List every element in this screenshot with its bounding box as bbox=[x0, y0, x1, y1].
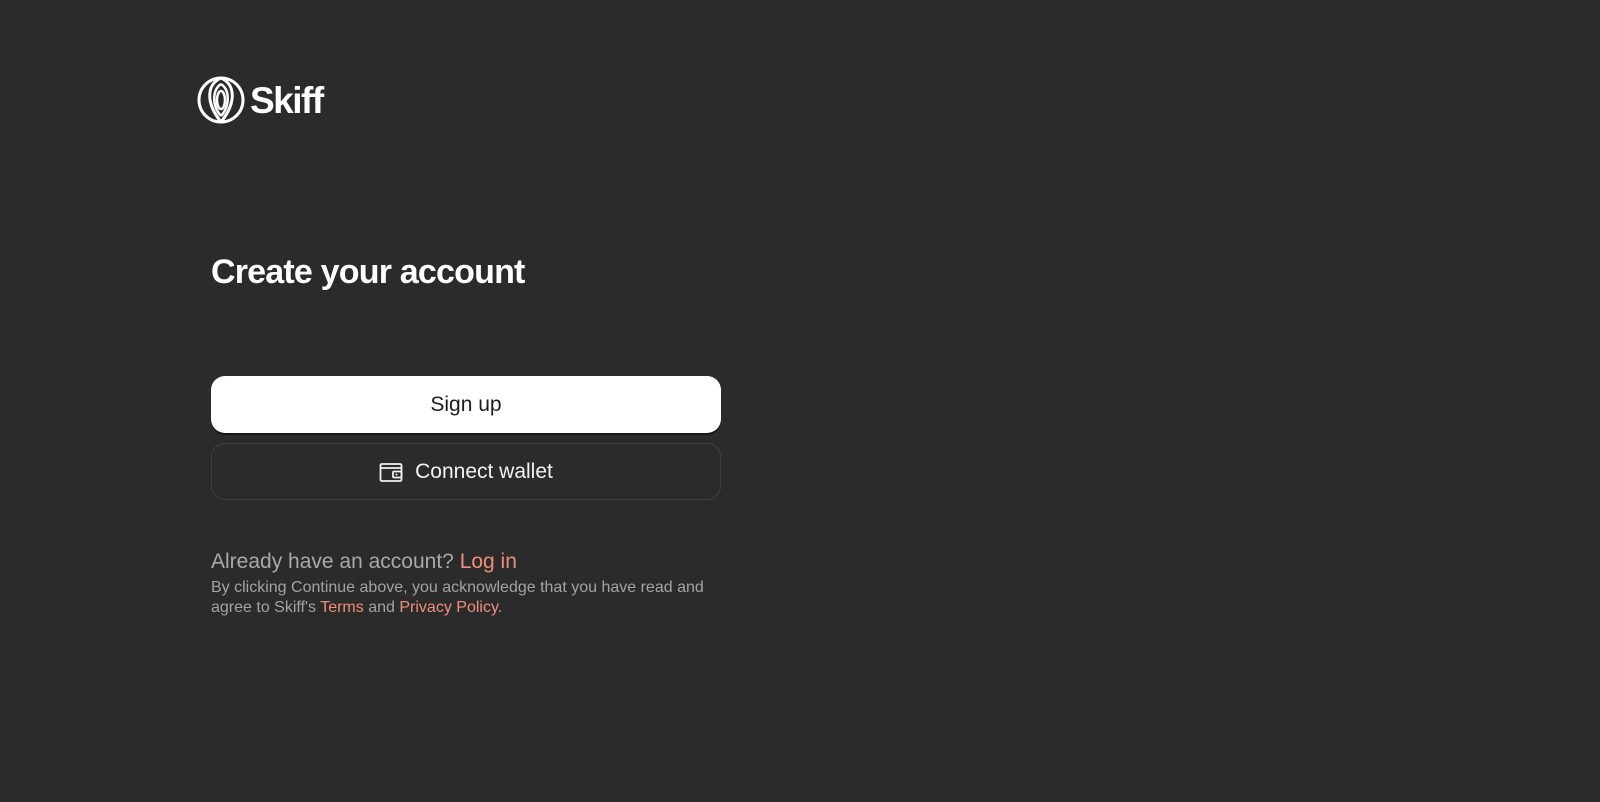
connect-wallet-label: Connect wallet bbox=[415, 459, 553, 483]
skiff-swirl-logo-icon bbox=[197, 76, 245, 124]
skiff-logo[interactable]: Skiff bbox=[197, 75, 324, 125]
privacy-policy-link[interactable]: Privacy Policy bbox=[399, 599, 497, 616]
brand-name: Skiff bbox=[250, 79, 324, 121]
connect-wallet-button[interactable]: Connect wallet bbox=[211, 443, 721, 500]
login-prompt-text: Already have an account? bbox=[211, 550, 454, 573]
terms-link[interactable]: Terms bbox=[320, 599, 364, 616]
login-prompt: Already have an account? Log in bbox=[211, 548, 721, 576]
wallet-icon bbox=[379, 462, 403, 482]
sign-up-button[interactable]: Sign up bbox=[211, 376, 721, 433]
signup-page: Skiff Create your account Sign up Connec… bbox=[0, 0, 1600, 802]
legal-suffix-text: . bbox=[497, 599, 503, 616]
legal-notice: By clicking Continue above, you acknowle… bbox=[211, 578, 721, 618]
sign-up-button-label: Sign up bbox=[430, 392, 502, 416]
page-title: Create your account bbox=[211, 253, 525, 291]
signup-panel: Create your account Sign up Connect wall… bbox=[211, 248, 721, 618]
log-in-link[interactable]: Log in bbox=[460, 550, 517, 573]
legal-and-text: and bbox=[368, 599, 395, 616]
